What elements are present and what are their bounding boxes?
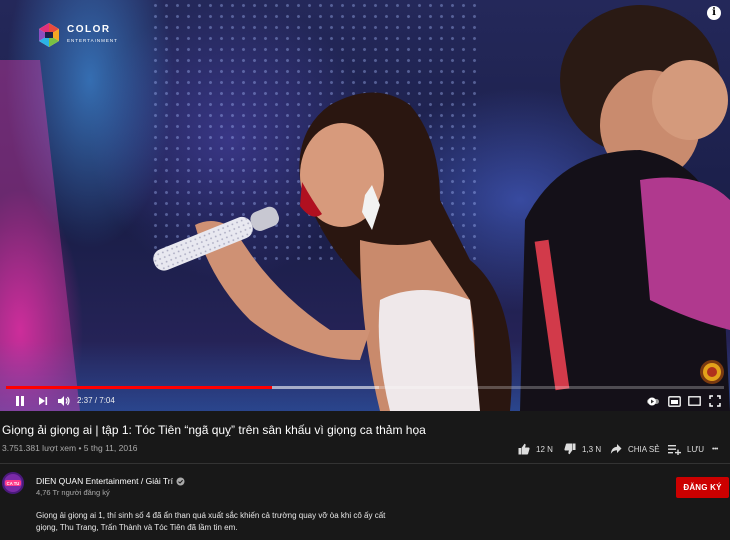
theater-icon	[687, 396, 701, 406]
channel-watermark-icon[interactable]	[699, 359, 725, 385]
video-player[interactable]: COLOR ENTERTAINMENT i 2:37 / 7:04	[0, 0, 730, 411]
next-icon	[39, 397, 48, 405]
save-button[interactable]: LƯU	[668, 442, 704, 456]
playlist-add-icon	[668, 444, 681, 455]
avatar-text: CA TU	[7, 481, 20, 486]
like-button[interactable]: 12 N	[518, 442, 553, 456]
player-logo: COLOR ENTERTAINMENT	[36, 22, 118, 48]
autoplay-icon	[647, 397, 659, 406]
subscribe-button[interactable]: ĐĂNG KÝ	[676, 477, 729, 498]
volume-button[interactable]	[55, 393, 71, 409]
progress-played	[6, 386, 272, 389]
pause-icon	[16, 396, 24, 406]
time-display: 2:37 / 7:04	[77, 396, 115, 405]
description-line-1: Giọng ải giọng ai 1, thí sinh số 4 đã ẩn…	[36, 511, 386, 520]
video-frame-scene	[0, 5, 730, 411]
section-divider	[0, 463, 730, 464]
next-button[interactable]	[35, 393, 51, 409]
subscriber-count: 4,76 Tr người đăng ký	[36, 488, 110, 497]
more-actions-button[interactable]: •••	[712, 442, 718, 456]
subtitles-button[interactable]	[666, 393, 682, 409]
subtitles-icon	[667, 395, 681, 407]
info-icon[interactable]: i	[707, 6, 721, 20]
more-icon: •••	[712, 445, 718, 453]
description-line-2: giọng, Thu Trang, Trấn Thành và Tóc Tiên…	[36, 522, 238, 532]
video-description: Giọng ải giọng ai 1, thí sinh số 4 đã ẩn…	[36, 510, 385, 533]
volume-icon	[57, 396, 70, 406]
player-controls: 2:37 / 7:04	[0, 391, 730, 411]
share-label: CHIA SẺ	[628, 444, 660, 454]
thumbs-up-icon	[518, 443, 530, 455]
video-meta: 3.751.381 lượt xem • 5 thg 11, 2016	[2, 443, 138, 453]
fullscreen-icon	[709, 395, 721, 407]
logo-title: COLOR	[67, 23, 111, 35]
share-icon	[610, 444, 622, 454]
avatar-image: CA TU	[2, 472, 24, 494]
save-label: LƯU	[687, 444, 705, 454]
fullscreen-button[interactable]	[707, 393, 723, 409]
logo-subtitle: ENTERTAINMENT	[67, 37, 118, 43]
verified-icon	[176, 477, 185, 485]
dislike-count: 1,3 N	[582, 444, 602, 454]
theater-button[interactable]	[686, 393, 702, 409]
progress-bar[interactable]	[6, 386, 724, 389]
page: COLOR ENTERTAINMENT i 2:37 / 7:04 Giọng …	[0, 0, 730, 540]
like-count: 12 N	[536, 444, 553, 454]
channel-name: DIEN QUAN Entertainment / Giải Trí	[36, 476, 173, 486]
dislike-button[interactable]: 1,3 N	[564, 442, 601, 456]
channel-name-link[interactable]: DIEN QUAN Entertainment / Giải Trí	[36, 476, 185, 486]
channel-avatar[interactable]: CA TU	[2, 472, 24, 494]
color-logo-icon	[39, 23, 59, 47]
pause-button[interactable]	[12, 393, 28, 409]
video-title: Giọng ải giọng ai | tập 1: Tóc Tiên “ngã…	[2, 423, 426, 437]
autoplay-toggle[interactable]	[645, 393, 661, 409]
share-button[interactable]: CHIA SẺ	[610, 442, 660, 456]
thumbs-down-icon	[564, 443, 576, 455]
